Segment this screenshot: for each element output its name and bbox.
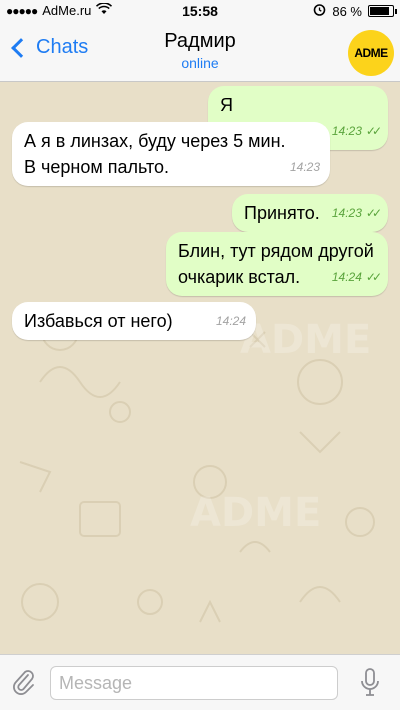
contact-status: online [181,55,219,71]
battery-fill [370,7,389,15]
message-timestamp: 14:23 [331,206,362,220]
incoming-message[interactable]: Избавься от него) 14:24 [12,302,256,340]
message-input[interactable] [50,666,338,700]
contact-info[interactable]: Радмир online [0,30,400,71]
watermark: ADME [240,317,372,363]
message-timestamp: 14:23 [289,160,320,174]
avatar[interactable]: ADME [348,30,394,76]
message-time: 14:24 [216,308,246,334]
double-check-icon: ✓✓ [365,124,382,138]
outgoing-message[interactable]: Принято. 14:23 ✓✓ [232,194,388,232]
message-text: Избавься от него) [24,311,173,331]
message-time: 14:23 ✓✓ [331,200,382,226]
battery-icon [368,5,397,17]
microphone-icon[interactable] [358,667,382,699]
contact-name: Радмир [164,30,236,52]
chat-header: Chats Радмир online ADME [0,22,400,82]
status-right: 86 % [313,3,397,19]
message-timestamp: 14:24 [331,270,362,284]
message-time: 14:24 ✓✓ [331,264,382,290]
incoming-message[interactable]: А я в линзах, буду через 5 мин. В черном … [12,122,330,186]
outgoing-message[interactable]: Блин, тут рядом другой очкарик встал. 14:2… [166,232,388,296]
paperclip-icon[interactable] [10,667,38,697]
alarm-icon [313,3,326,19]
chat-area[interactable]: ADME ADME ADME Я очкарик.14:23✓✓А я в ли… [0,82,400,654]
input-bar [0,654,400,710]
message-text: А я в линзах, буду через 5 мин. В черном … [24,131,286,177]
message-timestamp: 14:23 [331,124,362,138]
status-bar: ●●●●● AdMe.ru 15:58 86 % [0,0,400,22]
double-check-icon: ✓✓ [365,270,382,284]
message-timestamp: 14:24 [215,314,246,328]
battery-percent: 86 % [332,3,362,19]
double-check-icon: ✓✓ [365,206,382,220]
message-time: 14:23 [290,154,320,180]
watermark: ADME [190,490,322,536]
message-time: 14:23 ✓✓ [331,118,382,144]
